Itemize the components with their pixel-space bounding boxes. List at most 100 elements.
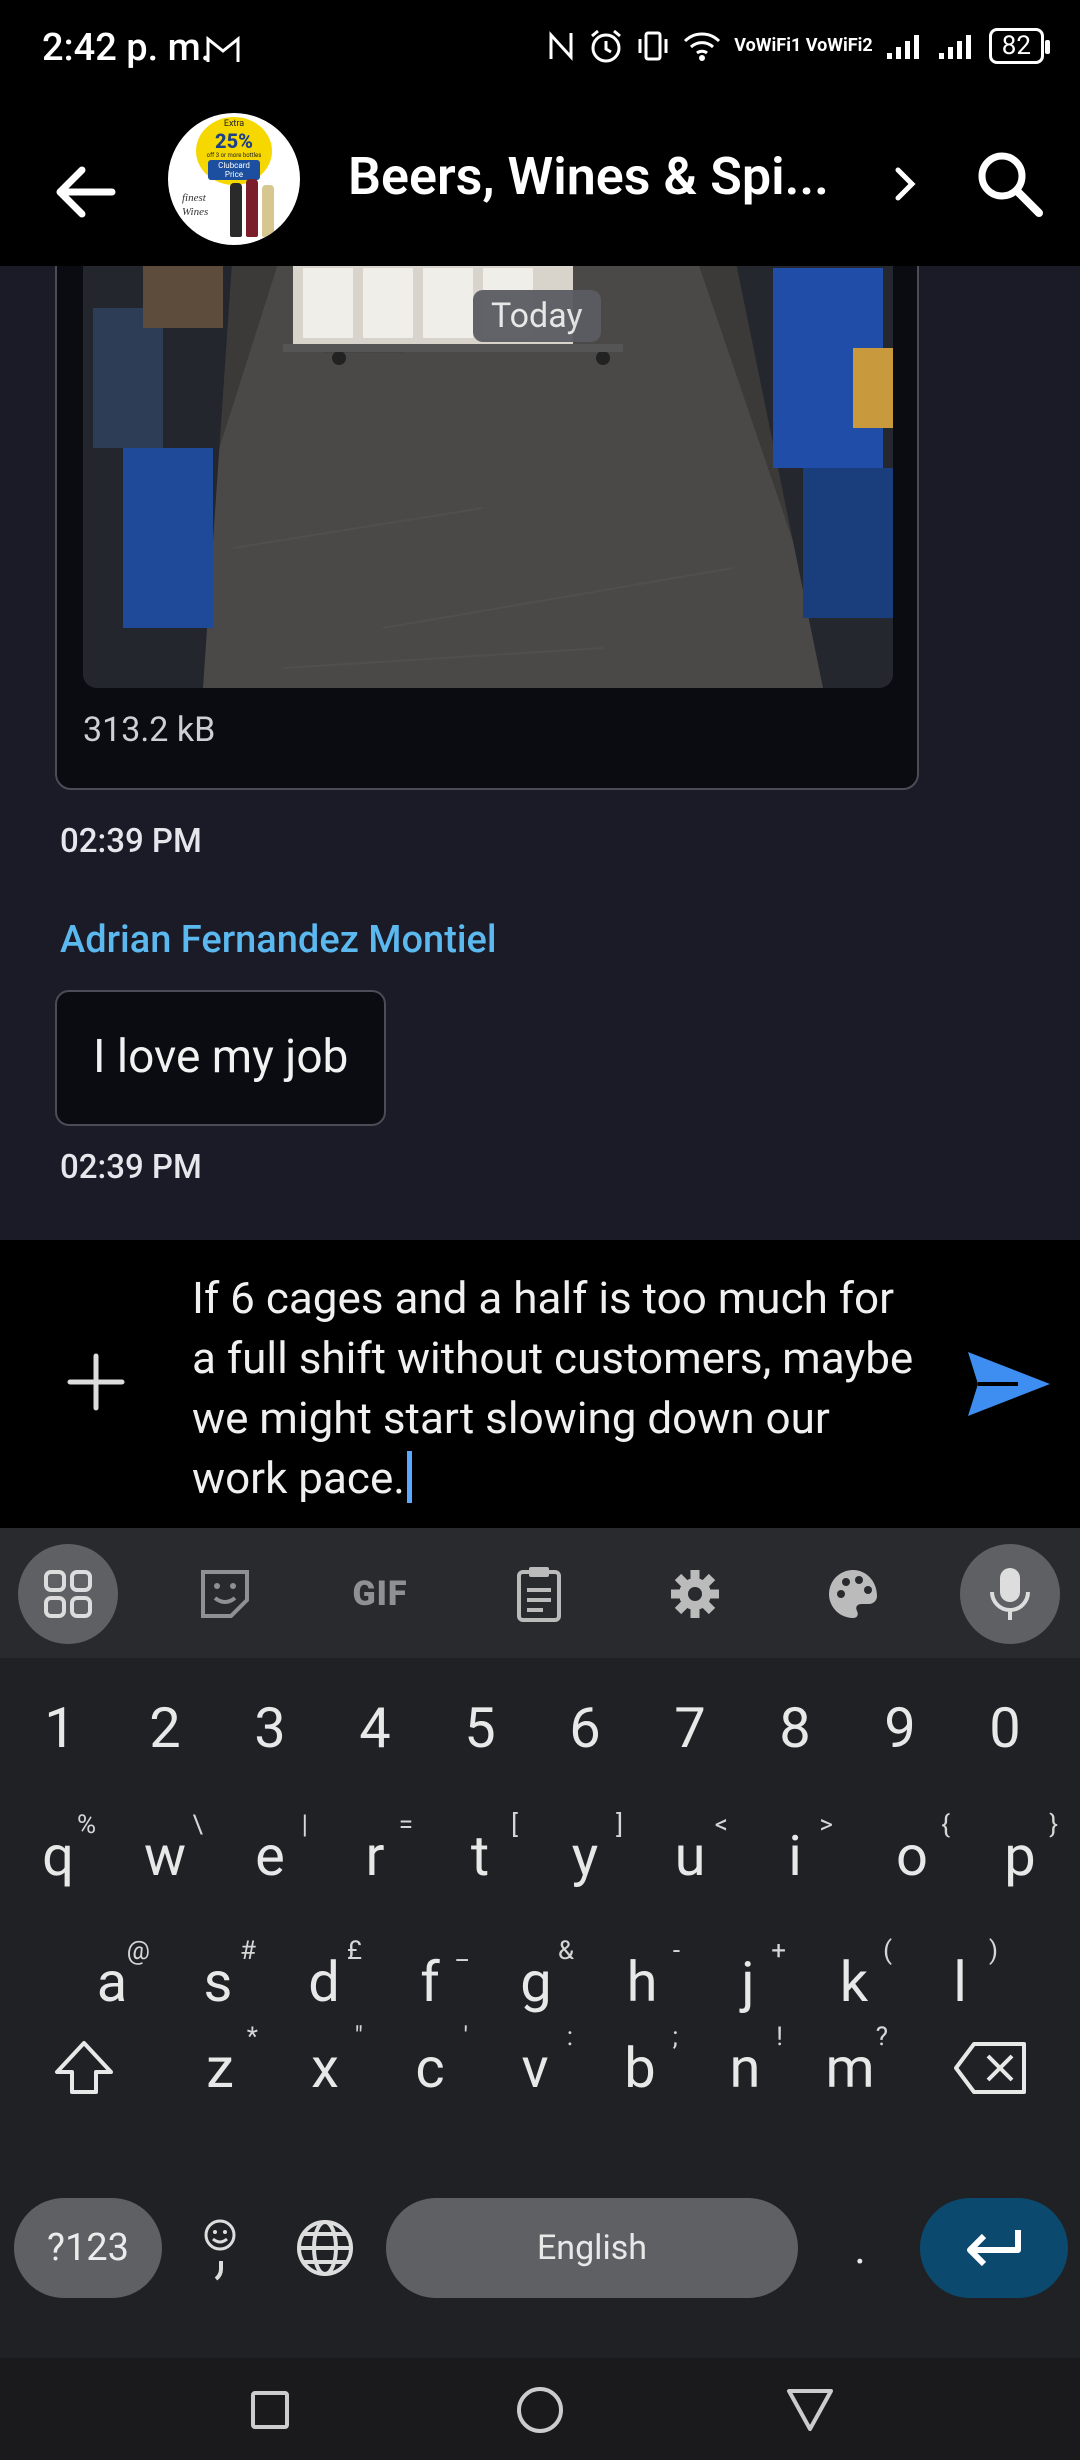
palette-icon: [829, 1570, 877, 1618]
letter-key-k[interactable]: k(: [804, 1932, 904, 2032]
letter-key-y[interactable]: y]: [535, 1806, 635, 1906]
letter-key-t[interactable]: t[: [430, 1806, 530, 1906]
number-key-1[interactable]: 1: [10, 1678, 110, 1778]
key-alt-symbol: +: [771, 1936, 786, 1966]
key-label: 6: [569, 1695, 601, 1761]
number-key-4[interactable]: 4: [325, 1678, 425, 1778]
letter-key-p[interactable]: p}: [970, 1806, 1070, 1906]
back-button[interactable]: [780, 2380, 840, 2440]
letter-key-h[interactable]: h-: [592, 1932, 692, 2032]
status-icons: VoWiFi1 VoWiFi2 82: [546, 28, 1051, 64]
signal-2-icon: [938, 35, 971, 59]
key-label: 7: [674, 1695, 706, 1761]
key-alt-symbol: @: [126, 1936, 150, 1966]
key-label: z: [206, 2035, 234, 2101]
language-key[interactable]: [275, 2198, 375, 2298]
promo-offer: off 3 or more bottles: [206, 152, 262, 159]
key-alt-symbol: %: [76, 1810, 96, 1840]
letter-key-o[interactable]: o{: [862, 1806, 962, 1906]
letter-key-i[interactable]: i >: [745, 1806, 845, 1906]
number-key-0[interactable]: 0: [955, 1678, 1055, 1778]
letter-key-a[interactable]: a @: [62, 1932, 162, 2032]
image-message[interactable]: 313.2 kB: [55, 266, 919, 790]
letter-key-g[interactable]: g &: [486, 1932, 586, 2032]
text-message[interactable]: I love my job: [55, 990, 387, 1126]
letter-key-c[interactable]: c ': [380, 2018, 480, 2118]
gear-icon: [671, 1570, 719, 1618]
attach-plus-icon[interactable]: [66, 1352, 126, 1412]
key-label: t: [470, 1823, 490, 1889]
key-alt-symbol: ": [354, 2022, 363, 2052]
brand-text: finest Wines: [182, 192, 209, 218]
gif-button[interactable]: GIF: [330, 1544, 430, 1644]
emoji-key[interactable]: [170, 2198, 270, 2298]
letter-key-e[interactable]: e |: [220, 1806, 320, 1906]
message-input[interactable]: If 6 cages and a half is too much for a …: [192, 1268, 922, 1508]
letter-key-n[interactable]: n!: [695, 2018, 795, 2118]
key-label: 3: [254, 1695, 286, 1761]
back-arrow-icon[interactable]: [46, 152, 126, 232]
file-size: 313.2 kB: [83, 710, 216, 750]
key-label: y: [571, 1823, 599, 1889]
letter-key-x[interactable]: x ": [275, 2018, 375, 2118]
group-avatar[interactable]: Extra 25% off 3 or more bottles Clubcard…: [168, 113, 300, 245]
search-icon[interactable]: [970, 144, 1050, 224]
letter-key-f[interactable]: f _: [380, 1932, 480, 2032]
letter-key-b[interactable]: b;: [590, 2018, 690, 2118]
letter-key-j[interactable]: j +: [698, 1932, 798, 2032]
clipboard-icon: [517, 1567, 561, 1622]
clipboard-button[interactable]: [489, 1544, 589, 1644]
sender-name[interactable]: Adrian Fernandez Montiel: [60, 918, 497, 962]
letter-key-q[interactable]: q%: [8, 1806, 108, 1906]
enter-key[interactable]: [920, 2198, 1068, 2298]
key-label: a: [96, 1949, 128, 2015]
number-key-5[interactable]: 5: [430, 1678, 530, 1778]
recents-button[interactable]: [240, 2380, 300, 2440]
voice-input-button[interactable]: [960, 1544, 1060, 1644]
letter-key-r[interactable]: r =: [325, 1806, 425, 1906]
number-key-8[interactable]: 8: [745, 1678, 845, 1778]
symbols-key[interactable]: ?123: [14, 2198, 162, 2298]
status-time: 2:42 p. m.: [42, 26, 212, 70]
letter-key-l[interactable]: l): [910, 1932, 1010, 2032]
key-alt-symbol: <: [714, 1810, 728, 1840]
gif-label: GIF: [352, 1574, 408, 1614]
key-alt-symbol: _: [456, 1936, 468, 1966]
sticker-button[interactable]: [175, 1544, 275, 1644]
settings-button[interactable]: [645, 1544, 745, 1644]
number-key-9[interactable]: 9: [850, 1678, 950, 1778]
apps-grid-button[interactable]: [18, 1544, 118, 1644]
period-key[interactable]: .: [810, 2198, 910, 2298]
key-alt-symbol: £: [346, 1936, 362, 1966]
number-key-7[interactable]: 7: [640, 1678, 740, 1778]
send-icon[interactable]: [964, 1344, 1054, 1424]
key-alt-symbol: ': [463, 2022, 468, 2052]
sticker-icon: [201, 1570, 249, 1618]
key-alt-symbol: |: [301, 1810, 308, 1840]
theme-button[interactable]: [803, 1544, 903, 1644]
letter-key-v[interactable]: v:: [485, 2018, 585, 2118]
space-key[interactable]: English: [386, 2198, 798, 2298]
number-key-3[interactable]: 3: [220, 1678, 320, 1778]
home-button[interactable]: [510, 2380, 570, 2440]
key-label: u: [674, 1823, 706, 1889]
letter-key-z[interactable]: z *: [170, 2018, 270, 2118]
backspace-key[interactable]: [940, 2018, 1040, 2118]
key-alt-symbol: &: [557, 1936, 574, 1966]
square-icon: [251, 2391, 289, 2429]
key-label: x: [311, 2035, 339, 2101]
gmail-icon: [206, 36, 240, 62]
chat-title[interactable]: Beers, Wines & Spi...: [348, 146, 829, 207]
chevron-right-icon[interactable]: [890, 162, 920, 206]
letter-key-u[interactable]: u <: [640, 1806, 740, 1906]
number-key-6[interactable]: 6: [535, 1678, 635, 1778]
message-list[interactable]: 313.2 kB Today 02:39 PM Adrian Fernandez…: [0, 266, 1080, 1240]
letter-key-m[interactable]: m?: [800, 2018, 900, 2118]
shift-key[interactable]: [34, 2018, 134, 2118]
letter-key-w[interactable]: w \: [115, 1806, 215, 1906]
letter-key-d[interactable]: d £: [274, 1932, 374, 2032]
number-key-2[interactable]: 2: [115, 1678, 215, 1778]
promo-percent: 25%: [215, 129, 253, 153]
vibrate-icon: [638, 31, 668, 61]
letter-key-s[interactable]: s #: [168, 1932, 268, 2032]
